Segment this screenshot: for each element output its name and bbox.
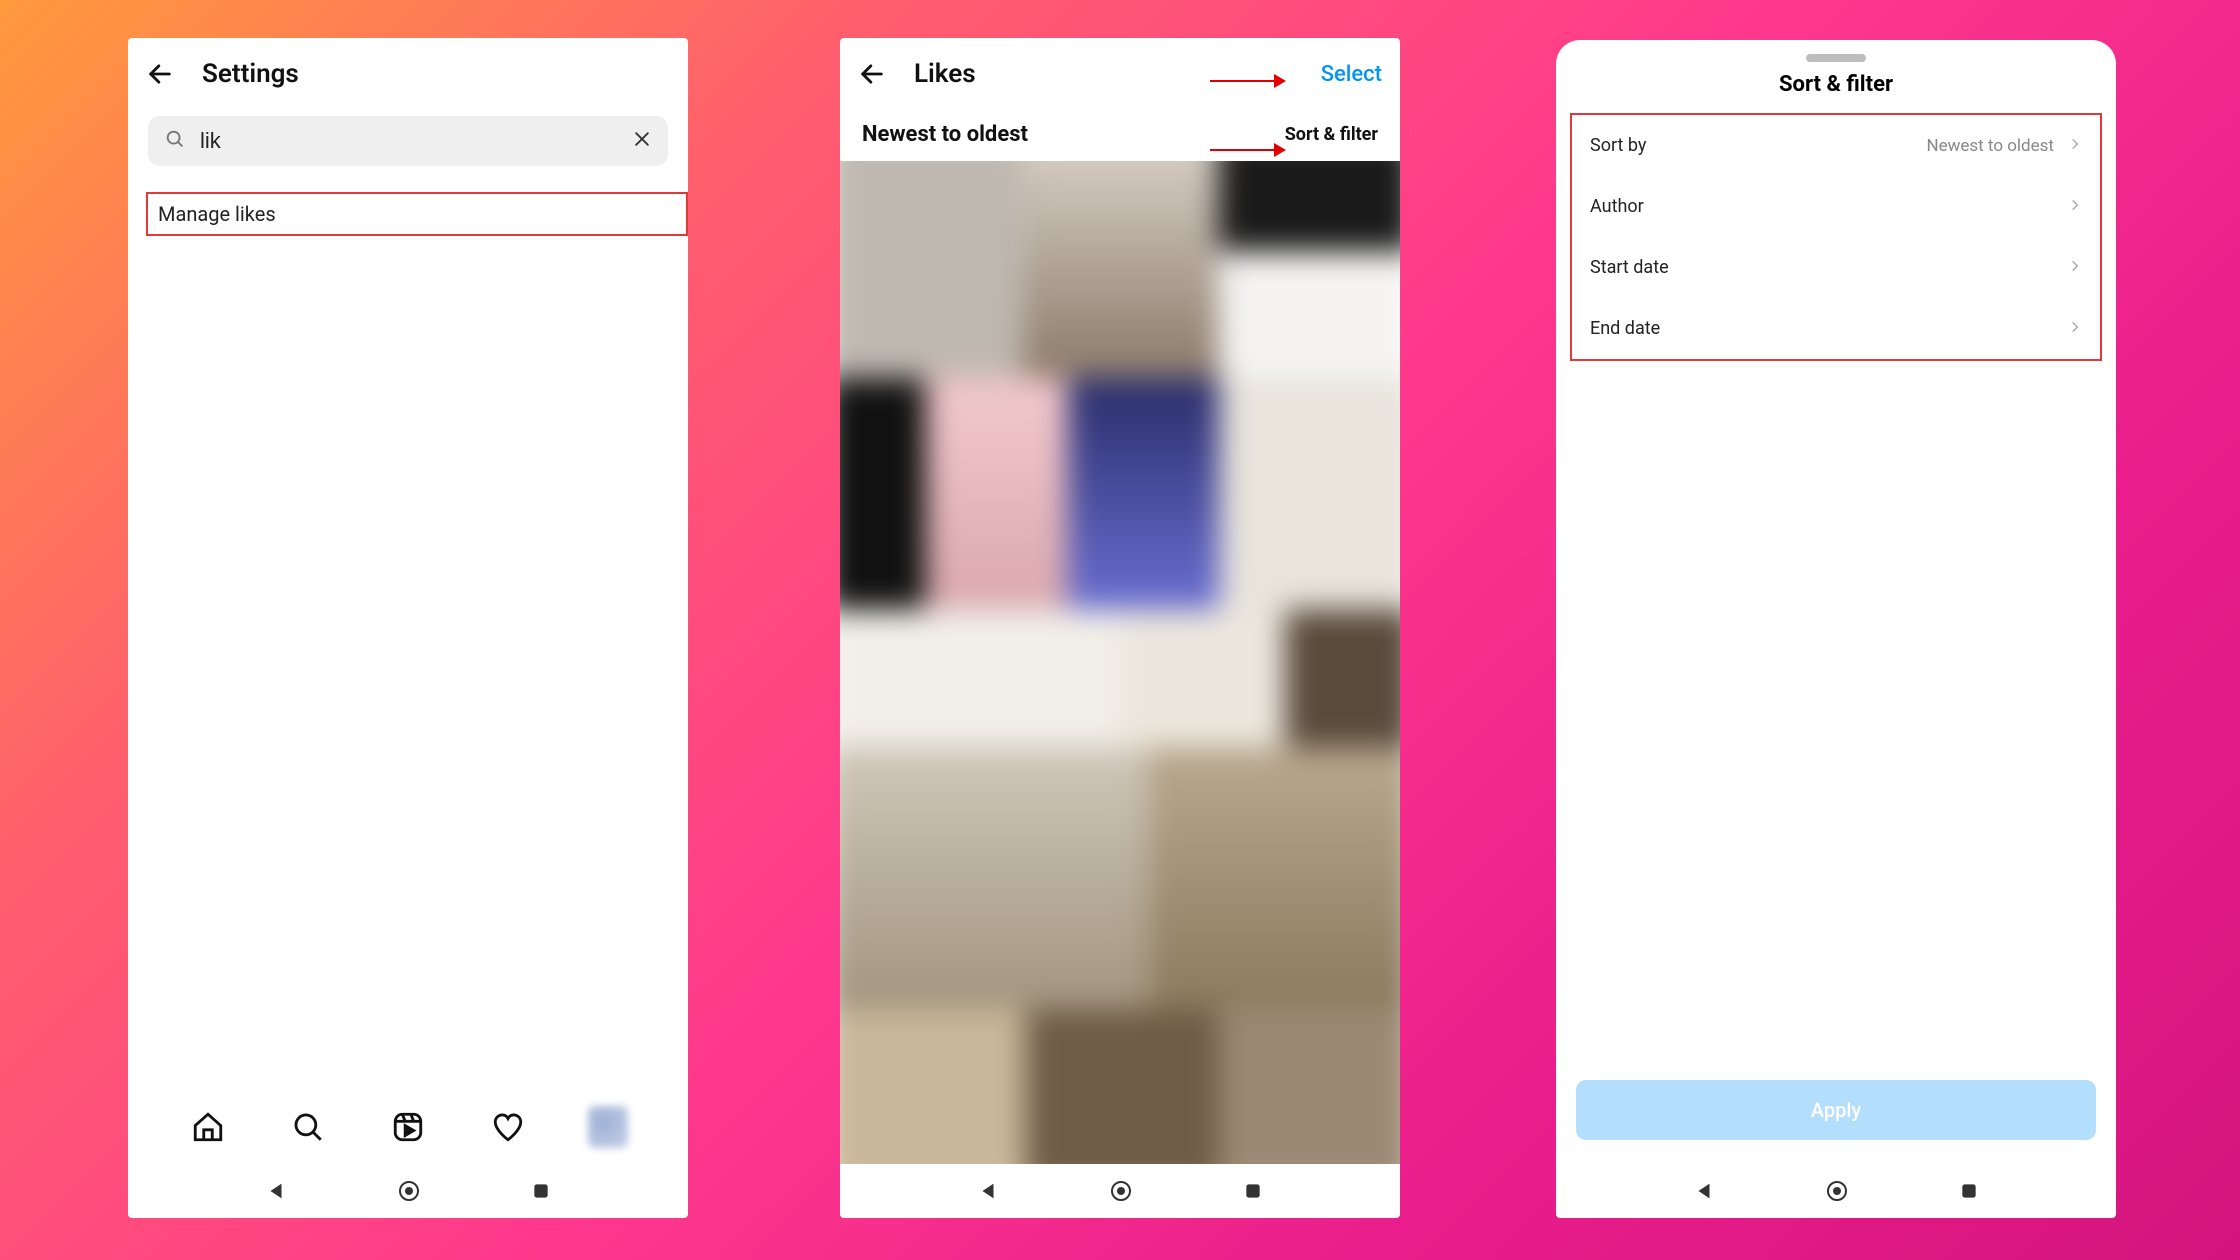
search-icon: [164, 128, 186, 154]
system-nav-bar: [1556, 1164, 2116, 1218]
nav-home-icon[interactable]: [397, 1179, 421, 1203]
filter-label: Start date: [1590, 257, 1669, 278]
search-input-container[interactable]: [148, 116, 668, 166]
filter-row-end-date[interactable]: End date: [1572, 298, 2100, 359]
screen-likes: Likes Select Newest to oldest Sort & fil…: [840, 38, 1400, 1218]
annotation-arrow-sortfilter: [1210, 149, 1284, 151]
page-title: Settings: [202, 59, 299, 89]
system-nav-bar: [128, 1164, 688, 1218]
filter-label: Author: [1590, 196, 1644, 217]
search-result-manage-likes[interactable]: Manage likes: [146, 192, 688, 236]
filter-value: Newest to oldest: [1926, 136, 2054, 156]
chevron-right-icon: [2068, 257, 2082, 278]
annotation-arrow-select: [1210, 80, 1284, 82]
nav-recent-icon[interactable]: [531, 1181, 551, 1201]
apply-button[interactable]: Apply: [1576, 1080, 2096, 1140]
chevron-right-icon: [2068, 135, 2082, 156]
back-arrow-icon[interactable]: [146, 60, 174, 88]
filter-label: Sort by: [1590, 135, 1646, 156]
chevron-right-icon: [2068, 318, 2082, 339]
filter-row-author[interactable]: Author: [1572, 176, 2100, 237]
back-arrow-icon[interactable]: [858, 60, 886, 88]
sheet-title: Sort & filter: [1556, 72, 2116, 113]
header: Settings: [128, 38, 688, 110]
profile-avatar[interactable]: [588, 1107, 628, 1147]
nav-home-icon[interactable]: [1825, 1179, 1849, 1203]
current-sort-label: Newest to oldest: [862, 122, 1028, 147]
filter-label: End date: [1590, 318, 1660, 339]
nav-back-icon[interactable]: [1693, 1180, 1715, 1202]
sheet-grabber[interactable]: [1806, 54, 1866, 62]
reels-icon[interactable]: [388, 1107, 428, 1147]
clear-icon[interactable]: [632, 126, 652, 156]
heart-icon[interactable]: [488, 1107, 528, 1147]
nav-home-icon[interactable]: [1109, 1179, 1133, 1203]
sort-filter-link[interactable]: Sort & filter: [1285, 124, 1378, 145]
app-bottom-nav: [128, 1090, 688, 1164]
likes-grid[interactable]: [840, 161, 1400, 1164]
sort-subheader: Newest to oldest Sort & filter: [840, 110, 1400, 161]
system-nav-bar: [840, 1164, 1400, 1218]
filter-options-group: Sort by Newest to oldest Author Start da…: [1570, 113, 2102, 361]
nav-back-icon[interactable]: [265, 1180, 287, 1202]
search-nav-icon[interactable]: [288, 1107, 328, 1147]
home-icon[interactable]: [188, 1107, 228, 1147]
chevron-right-icon: [2068, 196, 2082, 217]
nav-recent-icon[interactable]: [1243, 1181, 1263, 1201]
page-title: Likes: [914, 59, 976, 89]
header: Likes Select: [840, 38, 1400, 110]
search-row: [128, 110, 688, 172]
nav-recent-icon[interactable]: [1959, 1181, 1979, 1201]
filter-row-sort-by[interactable]: Sort by Newest to oldest: [1572, 115, 2100, 176]
filter-row-start-date[interactable]: Start date: [1572, 237, 2100, 298]
screen-sort-filter: Sort & filter Sort by Newest to oldest A…: [1556, 40, 2116, 1218]
screen-settings: Settings Manage likes: [128, 38, 688, 1218]
select-button[interactable]: Select: [1321, 62, 1382, 87]
search-input[interactable]: [200, 128, 618, 154]
blurred-thumbnails: [840, 161, 1400, 1164]
nav-back-icon[interactable]: [977, 1180, 999, 1202]
